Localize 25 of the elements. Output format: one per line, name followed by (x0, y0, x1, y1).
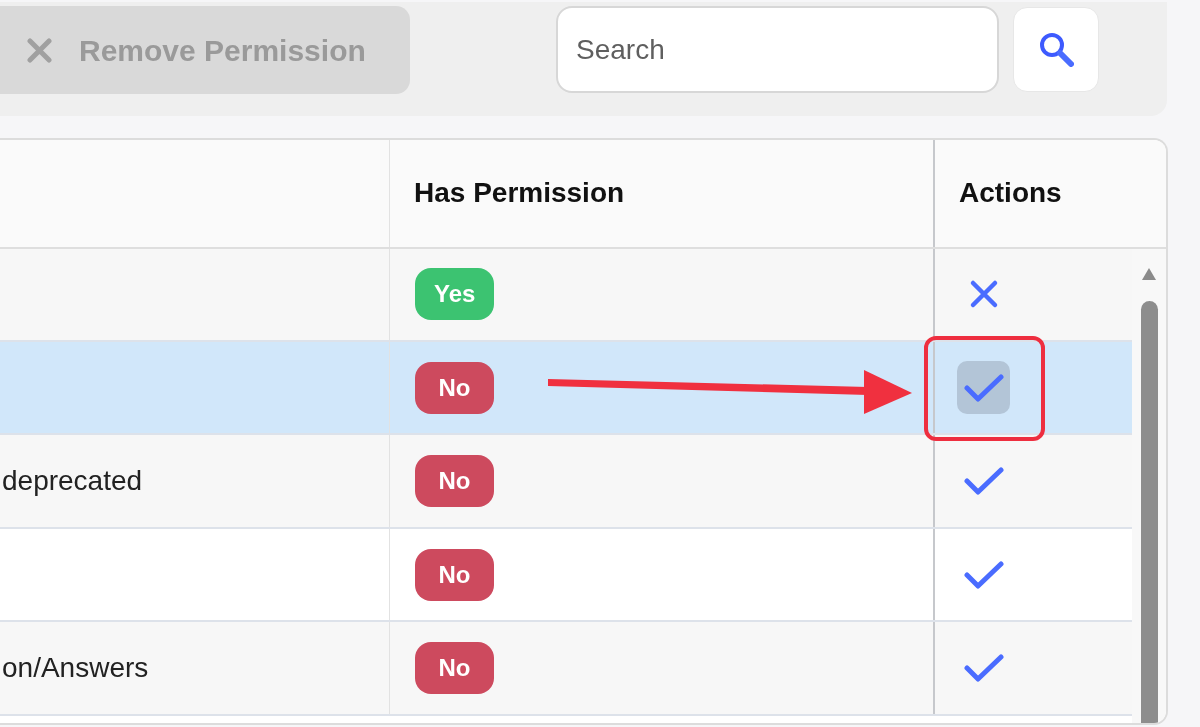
check-icon (963, 467, 1004, 496)
cross-icon (27, 37, 52, 63)
column-header: Actions (933, 140, 1166, 247)
check-icon (963, 560, 1004, 589)
grant-button[interactable] (957, 361, 1010, 415)
status-badge: No (415, 455, 494, 508)
status-badge: Yes (415, 268, 495, 321)
search-button[interactable] (1013, 7, 1099, 92)
scroll-up-icon[interactable] (1141, 266, 1157, 281)
search-icon (1038, 32, 1074, 67)
check-icon (963, 373, 1004, 402)
status-badge: No (415, 361, 494, 414)
table-row[interactable]: on/Answers No (0, 622, 1132, 716)
status-badge: No (415, 641, 494, 694)
status-badge: No (415, 548, 494, 601)
table-cell-text: deprecated (2, 464, 143, 499)
cross-icon (968, 279, 999, 310)
column-header: Has Permission (413, 176, 626, 211)
table-row[interactable]: deprecated No (0, 435, 1132, 529)
search-field[interactable]: Search (556, 6, 999, 93)
check-icon (963, 653, 1004, 682)
table-cell-text: on/Answers (2, 650, 149, 685)
table-row[interactable]: Yes (0, 248, 1132, 343)
table-row[interactable]: No (0, 528, 1132, 623)
scrollbar-thumb[interactable] (1140, 300, 1158, 723)
